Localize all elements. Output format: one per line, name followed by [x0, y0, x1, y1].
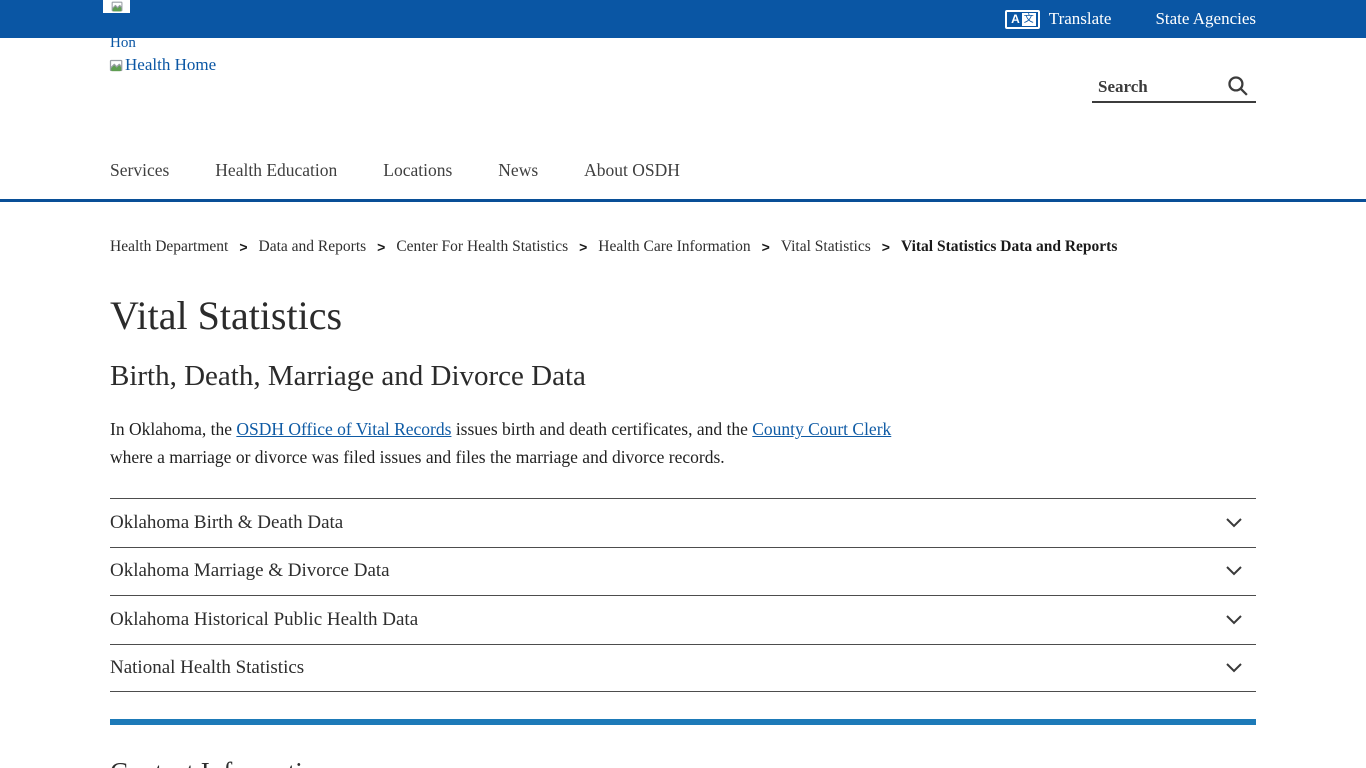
page-subtitle: Birth, Death, Marriage and Divorce Data: [110, 360, 586, 393]
breadcrumb: Health Department > Data and Reports > C…: [110, 238, 1117, 256]
nav-item-health-education[interactable]: Health Education: [215, 160, 337, 181]
accordion-birth-death-data[interactable]: Oklahoma Birth & Death Data: [110, 498, 1256, 547]
search-box: [1092, 72, 1256, 103]
search-button[interactable]: [1225, 73, 1256, 100]
breadcrumb-vital-statistics[interactable]: Vital Statistics: [781, 238, 871, 256]
accordion-label: Oklahoma Historical Public Health Data: [110, 609, 418, 631]
intro-text: In Oklahoma, the: [110, 419, 236, 439]
breadcrumb-health-care-information[interactable]: Health Care Information: [598, 238, 750, 256]
section-divider: [110, 719, 1256, 725]
chevron-right-icon: >: [237, 239, 249, 255]
home-link-broken-image[interactable]: [103, 0, 130, 13]
health-home-label: Health Home: [125, 55, 216, 75]
page: A文 Translate State Agencies Hon Health H…: [0, 0, 1366, 768]
translate-icon: A文: [1005, 10, 1040, 29]
health-home-link[interactable]: Health Home: [108, 55, 216, 75]
intro-text: issues birth and death certificates, and…: [451, 419, 752, 439]
search-input[interactable]: [1092, 77, 1202, 97]
chevron-down-icon: [1226, 663, 1242, 673]
nav-item-locations[interactable]: Locations: [383, 160, 452, 181]
chevron-right-icon: >: [577, 239, 589, 255]
chevron-down-icon: [1226, 566, 1242, 576]
intro-text: where a marriage or divorce was filed is…: [110, 447, 725, 467]
accordion-national-health-statistics[interactable]: National Health Statistics: [110, 644, 1256, 693]
accordion-label: Oklahoma Birth & Death Data: [110, 512, 343, 534]
accordion-label: Oklahoma Marriage & Divorce Data: [110, 560, 390, 582]
breadcrumb-center-for-health-statistics[interactable]: Center For Health Statistics: [396, 238, 568, 256]
chevron-down-icon: [1226, 518, 1242, 528]
breadcrumb-health-department[interactable]: Health Department: [110, 238, 228, 256]
breadcrumb-data-and-reports[interactable]: Data and Reports: [259, 238, 367, 256]
chevron-right-icon: >: [375, 239, 387, 255]
nav-item-news[interactable]: News: [498, 160, 538, 181]
state-agencies-link[interactable]: State Agencies: [1155, 9, 1256, 29]
search-icon: [1225, 73, 1250, 98]
county-court-clerk-link[interactable]: County Court Clerk: [752, 419, 891, 439]
vital-records-link[interactable]: OSDH Office of Vital Records: [236, 419, 451, 439]
contact-information-heading: Contact Information: [110, 757, 330, 768]
chevron-right-icon: >: [880, 239, 892, 255]
translate-button[interactable]: A文 Translate: [1005, 9, 1111, 29]
breadcrumb-current-page: Vital Statistics Data and Reports: [901, 238, 1117, 256]
state-agencies-label: State Agencies: [1155, 9, 1256, 29]
translate-label: Translate: [1049, 9, 1112, 29]
page-title: Vital Statistics: [110, 292, 342, 339]
chevron-right-icon: >: [760, 239, 772, 255]
accordion-marriage-divorce-data[interactable]: Oklahoma Marriage & Divorce Data: [110, 547, 1256, 596]
broken-image-icon: [110, 0, 123, 13]
intro-paragraph: In Oklahoma, the OSDH Office of Vital Re…: [110, 416, 930, 471]
utility-bar: A文 Translate State Agencies: [0, 0, 1366, 38]
accordion-historical-public-health-data[interactable]: Oklahoma Historical Public Health Data: [110, 595, 1256, 644]
main-navigation: Services Health Education Locations News…: [110, 160, 680, 181]
nav-bottom-border: [0, 199, 1366, 202]
chevron-down-icon: [1226, 615, 1242, 625]
broken-image-icon: [108, 58, 123, 73]
nav-item-about-osdh[interactable]: About OSDH: [584, 160, 680, 181]
nav-item-services[interactable]: Services: [110, 160, 169, 181]
accordion-label: National Health Statistics: [110, 657, 304, 679]
accordion-list: Oklahoma Birth & Death Data Oklahoma Mar…: [110, 498, 1256, 692]
